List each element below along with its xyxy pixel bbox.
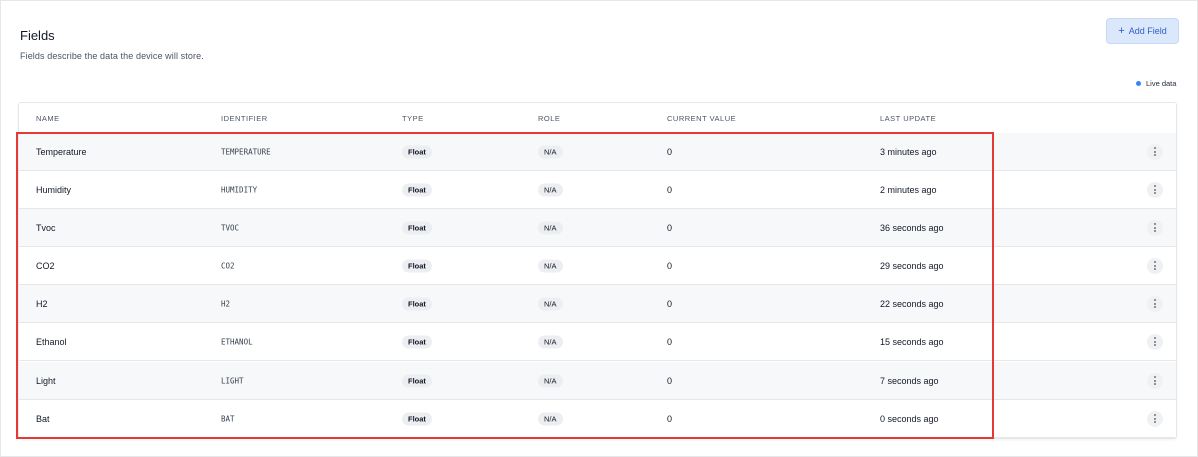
plus-icon: +	[1118, 24, 1125, 37]
role-badge: N/A	[538, 183, 563, 196]
more-vertical-icon[interactable]	[1147, 295, 1163, 312]
role-badge: N/A	[538, 297, 563, 310]
field-role: N/A	[538, 297, 563, 310]
more-vertical-icon[interactable]	[1147, 143, 1163, 160]
column-header-role: ROLE	[538, 114, 561, 123]
table-row[interactable]: Temperature TEMPERATURE Float N/A 0 3 minutes…	[19, 133, 1176, 171]
field-role: N/A	[538, 374, 563, 387]
type-badge: Float	[402, 221, 432, 234]
type-badge: Float	[402, 145, 432, 158]
live-data-label: Live data	[1146, 79, 1177, 88]
field-identifier: CO2	[221, 261, 235, 270]
field-current-value: 0	[667, 375, 673, 386]
field-identifier: TEMPERATURE	[221, 147, 271, 156]
type-badge: Float	[402, 412, 432, 425]
live-dot-icon	[1136, 81, 1141, 86]
more-vertical-icon[interactable]	[1147, 410, 1163, 427]
more-vertical-icon[interactable]	[1147, 333, 1163, 350]
field-type: Float	[402, 412, 432, 425]
type-badge: Float	[402, 374, 432, 387]
type-badge: Float	[402, 259, 432, 272]
role-badge: N/A	[538, 412, 563, 425]
field-role: N/A	[538, 145, 563, 158]
add-field-button[interactable]: + Add Field	[1106, 18, 1179, 44]
field-last-update: 22 seconds ago	[880, 298, 944, 309]
field-name: Bat	[36, 413, 50, 424]
field-role: N/A	[538, 335, 563, 348]
column-header-identifier: IDENTIFIER	[221, 114, 268, 123]
field-current-value: 0	[667, 146, 673, 157]
field-last-update: 2 minutes ago	[880, 184, 937, 195]
table-row[interactable]: Ethanol ETHANOL Float N/A 0 15 seconds ago	[19, 323, 1176, 361]
field-name: Ethanol	[36, 336, 67, 347]
field-current-value: 0	[667, 298, 673, 309]
type-badge: Float	[402, 183, 432, 196]
column-header-name: NAME	[36, 114, 60, 123]
field-last-update: 29 seconds ago	[880, 260, 944, 271]
type-badge: Float	[402, 297, 432, 310]
field-name: Light	[36, 375, 56, 386]
field-last-update: 15 seconds ago	[880, 336, 944, 347]
field-identifier: LIGHT	[221, 376, 244, 385]
field-current-value: 0	[667, 184, 673, 195]
field-current-value: 0	[667, 336, 673, 347]
role-badge: N/A	[538, 335, 563, 348]
table-row[interactable]: H2 H2 Float N/A 0 22 seconds ago	[19, 285, 1176, 323]
field-role: N/A	[538, 183, 563, 196]
field-name: Humidity	[36, 184, 72, 195]
role-badge: N/A	[538, 145, 563, 158]
fields-table: NAME IDENTIFIER TYPE ROLE CURRENT VALUE …	[18, 102, 1177, 439]
field-name: Tvoc	[36, 222, 56, 233]
column-header-current-value: CURRENT VALUE	[667, 114, 737, 123]
field-identifier: HUMIDITY	[221, 185, 258, 194]
field-role: N/A	[538, 259, 563, 272]
table-row[interactable]: Light LIGHT Float N/A 0 7 seconds ago	[19, 362, 1176, 400]
field-name: CO2	[36, 260, 55, 271]
field-type: Float	[402, 183, 432, 196]
field-type: Float	[402, 145, 432, 158]
role-badge: N/A	[538, 221, 563, 234]
more-vertical-icon[interactable]	[1147, 257, 1163, 274]
field-name: H2	[36, 298, 48, 309]
table-row[interactable]: CO2 CO2 Float N/A 0 29 seconds ago	[19, 247, 1176, 285]
column-header-type: TYPE	[402, 114, 424, 123]
field-identifier: H2	[221, 299, 231, 308]
table-row[interactable]: Humidity HUMIDITY Float N/A 0 2 minutes ago	[19, 171, 1176, 209]
field-role: N/A	[538, 412, 563, 425]
field-type: Float	[402, 221, 432, 234]
field-type: Float	[402, 335, 432, 348]
field-last-update: 36 seconds ago	[880, 222, 944, 233]
more-vertical-icon[interactable]	[1147, 219, 1163, 236]
type-badge: Float	[402, 335, 432, 348]
table-header: NAME IDENTIFIER TYPE ROLE CURRENT VALUE …	[19, 103, 1176, 134]
field-last-update: 3 minutes ago	[880, 146, 937, 157]
field-identifier: ETHANOL	[221, 337, 253, 346]
more-vertical-icon[interactable]	[1147, 372, 1163, 389]
page-subtitle: Fields describe the data the device will…	[20, 51, 204, 61]
field-current-value: 0	[667, 260, 673, 271]
role-badge: N/A	[538, 259, 563, 272]
more-vertical-icon[interactable]	[1147, 181, 1163, 198]
table-row[interactable]: Tvoc TVOC Float N/A 0 36 seconds ago	[19, 209, 1176, 247]
add-field-label: Add Field	[1128, 26, 1167, 36]
field-last-update: 0 seconds ago	[880, 413, 939, 424]
fields-panel: Fields Fields describe the data the devi…	[0, 0, 1198, 457]
field-type: Float	[402, 374, 432, 387]
table-row[interactable]: Bat BAT Float N/A 0 0 seconds ago	[19, 400, 1176, 438]
field-role: N/A	[538, 221, 563, 234]
field-identifier: BAT	[221, 414, 235, 423]
field-type: Float	[402, 259, 432, 272]
role-badge: N/A	[538, 374, 563, 387]
field-last-update: 7 seconds ago	[880, 375, 939, 386]
live-data-indicator: Live data	[1136, 79, 1176, 88]
field-identifier: TVOC	[221, 223, 240, 232]
field-type: Float	[402, 297, 432, 310]
page-title: Fields	[20, 28, 55, 43]
field-name: Temperature	[36, 146, 87, 157]
column-header-last-update: LAST UPDATE	[880, 114, 937, 123]
field-current-value: 0	[667, 222, 673, 233]
field-current-value: 0	[667, 413, 673, 424]
